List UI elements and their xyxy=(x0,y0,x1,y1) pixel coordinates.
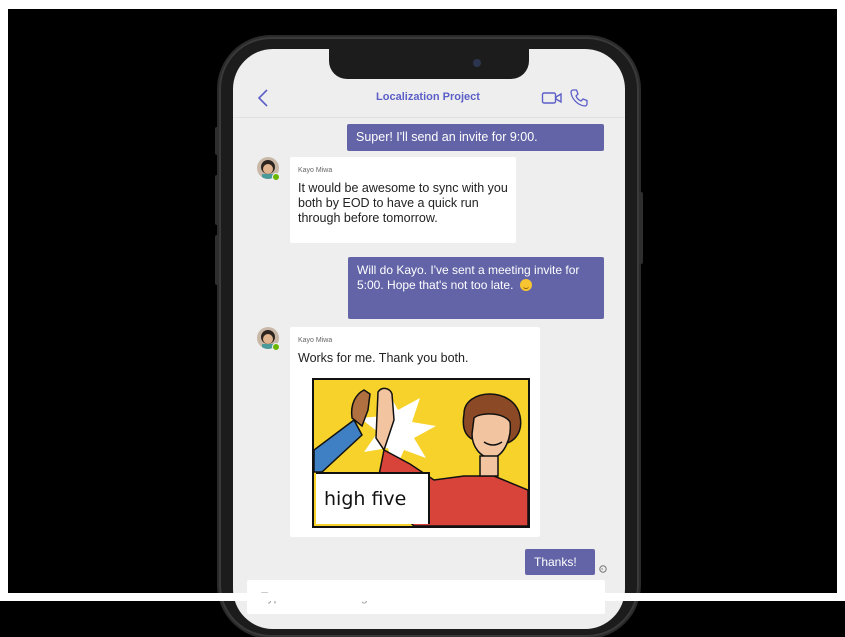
front-camera xyxy=(473,59,481,67)
back-icon[interactable] xyxy=(253,87,275,109)
message-text: Thanks! xyxy=(534,555,577,569)
high-five-sticker[interactable]: high five xyxy=(312,378,530,528)
message-text: Will do Kayo. I've sent a meeting invite… xyxy=(357,263,580,292)
sticker-caption: high five xyxy=(316,472,430,524)
notch xyxy=(329,49,529,79)
sender-name: Kayo Miwa xyxy=(298,167,333,174)
phone-screen: Localization Project Super! I'll send an… xyxy=(233,49,625,629)
phone-volume-up-button xyxy=(215,175,219,225)
message-text: It would be awesome to sync with you bot… xyxy=(298,181,508,225)
seen-status-icon xyxy=(599,565,607,573)
chat-header: Localization Project xyxy=(233,79,625,117)
presence-status-icon xyxy=(272,343,280,351)
compose-placeholder: Type a new message xyxy=(261,590,375,604)
phone-volume-down-button xyxy=(215,235,219,285)
incoming-message: Kayo Miwa It would be awesome to sync wi… xyxy=(290,157,516,243)
sender-name: Kayo Miwa xyxy=(298,337,333,344)
message-text: Works for me. Thank you both. xyxy=(298,351,469,365)
outgoing-message: Thanks! xyxy=(525,549,595,575)
header-divider xyxy=(233,117,625,118)
outgoing-message: Will do Kayo. I've sent a meeting invite… xyxy=(348,257,604,319)
phone-side-button xyxy=(215,127,219,155)
phone-call-icon[interactable] xyxy=(569,88,589,108)
message-compose-input[interactable]: Type a new message xyxy=(247,580,605,614)
chat-title: Localization Project xyxy=(376,91,480,103)
video-call-icon[interactable] xyxy=(541,89,563,107)
smile-emoji-icon xyxy=(519,279,532,291)
outgoing-message: Super! I'll send an invite for 9:00. xyxy=(347,124,604,151)
phone-power-button xyxy=(639,192,643,264)
phone-frame: Localization Project Super! I'll send an… xyxy=(215,37,643,637)
message-text: Super! I'll send an invite for 9:00. xyxy=(356,130,538,144)
presence-status-icon xyxy=(272,173,280,181)
